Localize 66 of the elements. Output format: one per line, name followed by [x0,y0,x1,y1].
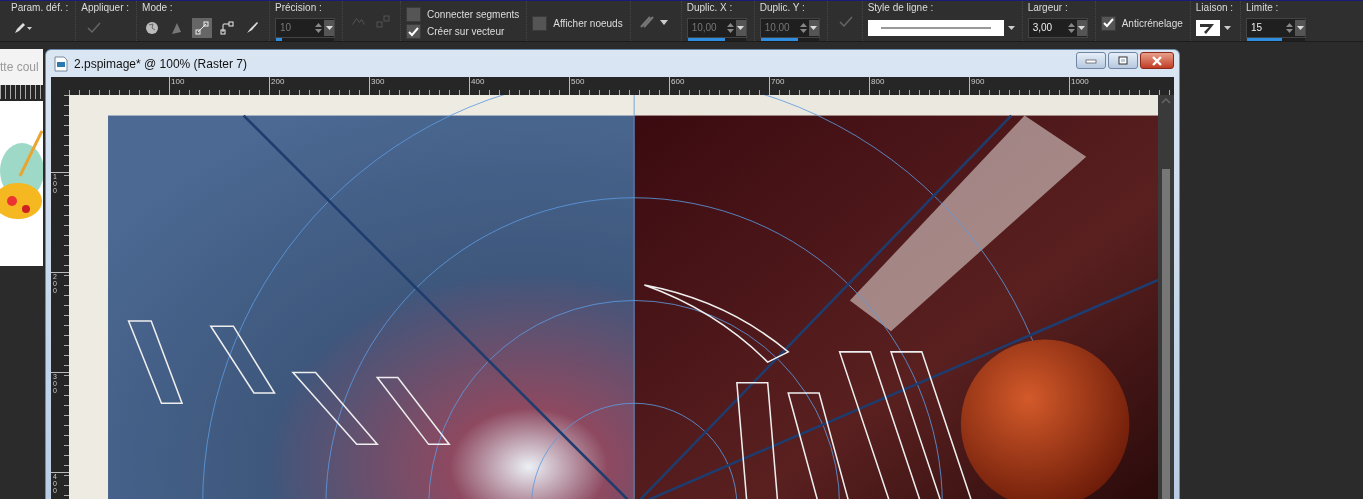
spin-arrows-icon [726,21,734,34]
minimize-icon [1085,57,1097,64]
spin-arrows-icon [1286,21,1294,34]
group-label: Précision : [275,2,323,14]
window-title: 2.pspimage* @ 100% (Raster 7) [74,56,248,71]
caret-icon [810,25,818,30]
ruler-label: 100 [170,77,186,86]
spin-arrows-icon [315,21,323,34]
ruler-label: 500 [570,77,586,86]
group-label: Duplic. Y : [759,2,806,14]
checkbox-option[interactable]: Anticrénelage [1100,15,1183,31]
ruler-label: 700 [770,77,786,86]
ruler-label: 200 [270,77,286,86]
checkbox[interactable] [532,15,548,31]
join-icon [1195,19,1220,36]
group-label: Largeur : [1027,2,1069,14]
caret-icon [1223,25,1231,30]
mode-button[interactable] [192,17,213,38]
group-label: Style de ligne : [867,2,935,14]
caret-icon [1296,25,1304,30]
group-label: Appliquer : [81,2,130,14]
minimize-button[interactable] [1076,52,1106,69]
panel-tab-text: tte coul [0,60,39,74]
spin-arrows-icon [1067,21,1075,34]
scroll-up-icon [1160,97,1172,105]
brush-icon [244,19,261,36]
caret-icon [1078,25,1086,30]
caret-icon [325,25,333,30]
nodes-icon [375,13,392,30]
checkbox-option[interactable]: Connecter segments [406,7,520,22]
close-button[interactable] [1140,52,1174,69]
checkmark-icon [87,21,102,34]
group-label: Mode : [142,2,174,14]
file-icon [54,55,68,72]
node-line-icon [194,19,211,36]
vertical-scrollbar[interactable] [1158,95,1174,499]
spin-arrows-icon [799,21,807,34]
caret-icon [737,25,745,30]
ruler-label: 600 [670,77,686,86]
caret-icon [1007,25,1015,30]
checkbox[interactable] [406,24,422,39]
checkbox-option[interactable]: Créer sur vecteur [406,24,520,39]
maximize-button[interactable] [1108,52,1138,69]
group-label: Duplic. X : [686,2,734,14]
checkmark-icon [838,15,853,28]
join-dropdown[interactable] [1195,19,1231,36]
number-field[interactable]: 3,00 [1027,17,1088,38]
number-field[interactable]: 15 [1246,17,1307,38]
group-label: Liaison : [1195,2,1234,14]
checkbox[interactable] [406,7,422,22]
group-label: Limite : [1246,2,1280,14]
pen-icon [13,21,33,34]
node-corner-icon [219,19,236,36]
ruler-label: 400 [470,77,486,86]
close-icon [1151,55,1163,66]
ruler-label: 300 [370,77,386,86]
mountain-icon [351,18,365,25]
checkbox[interactable] [1100,15,1116,31]
ruler-label: 1000 [1070,77,1090,86]
group-label: Param. déf. : [11,2,69,14]
maximize-icon [1117,55,1129,66]
checkbox-option[interactable]: Afficher noeuds [532,15,623,31]
dropdown-button[interactable] [1076,19,1087,36]
dropdown-button[interactable] [1295,19,1306,36]
ruler-label: 800 [870,77,886,86]
ruler-label: 900 [970,77,986,86]
